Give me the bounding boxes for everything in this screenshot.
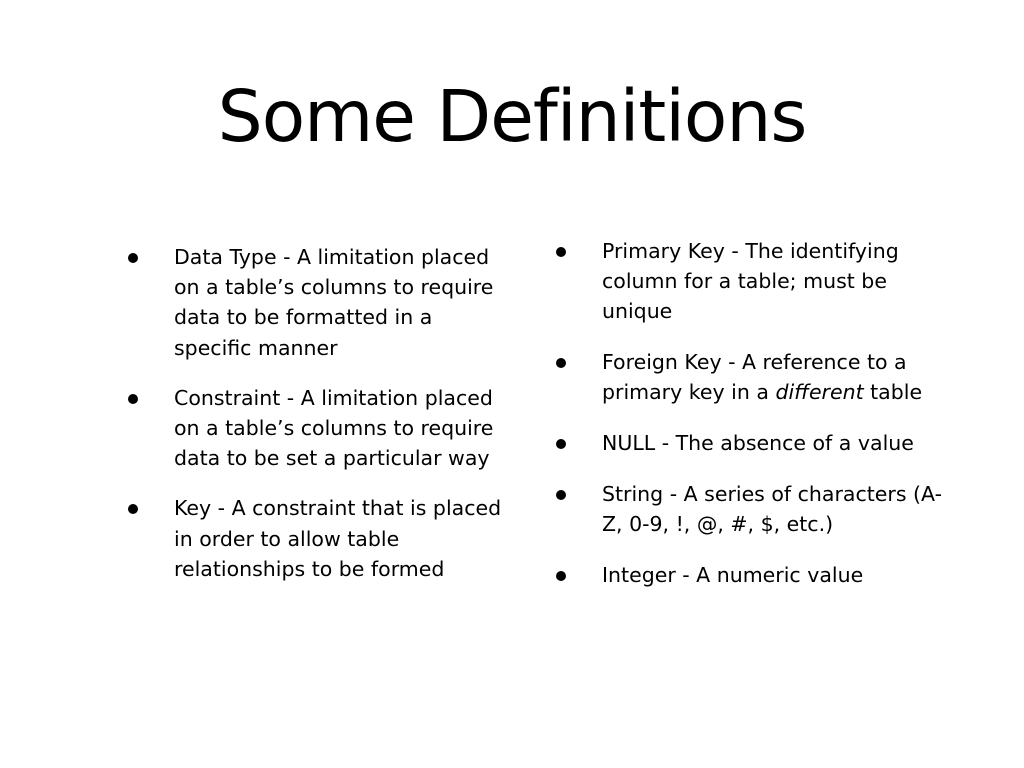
definition-text: NULL - The absence of a value [602,431,914,456]
bullet-icon [128,504,138,515]
definition-item-constraint: Constraint - A limitation placed on a ta… [128,383,508,474]
definition-item-foreign-key: Foreign Key - A reference to a primary k… [556,347,956,407]
bullet-icon [556,358,566,369]
definition-text: String - A series of characters (A-Z, 0-… [602,481,942,536]
bullet-icon [556,489,566,500]
definition-item-primary-key: Primary Key - The identifying column for… [556,236,956,327]
definition-item-null: NULL - The absence of a value [556,428,956,458]
slide: Some Definitions Data Type - A limitatio… [0,0,1024,768]
definition-item-integer: Integer - A numeric value [556,560,956,590]
definition-item-key: Key - A constraint that is placed in ord… [128,493,508,584]
definition-text: Integer - A numeric value [602,562,864,587]
definition-item-string: String - A series of characters (A-Z, 0-… [556,479,956,539]
bullet-icon [556,247,566,257]
definition-text: Key - A constraint that is placed in ord… [174,496,502,581]
definition-text: Data Type - A limitation placed on a tab… [174,245,494,360]
slide-title: Some Definitions [217,75,808,158]
bullet-icon [556,570,566,581]
definition-text-after: table [863,380,923,405]
bullet-icon [128,253,138,263]
bullet-icon [128,393,138,404]
right-definition-list: Primary Key - The identifying column for… [556,236,956,610]
definition-text: Primary Key - The identifying column for… [602,239,899,324]
bullet-icon [556,439,566,450]
definition-item-data-type: Data Type - A limitation placed on a tab… [128,242,508,363]
definition-text: Foreign Key - A reference to a primary k… [602,350,922,404]
left-definition-list: Data Type - A limitation placed on a tab… [128,242,508,604]
definition-text: Constraint - A limitation placed on a ta… [174,385,494,471]
definition-emphasis: different [775,380,864,405]
